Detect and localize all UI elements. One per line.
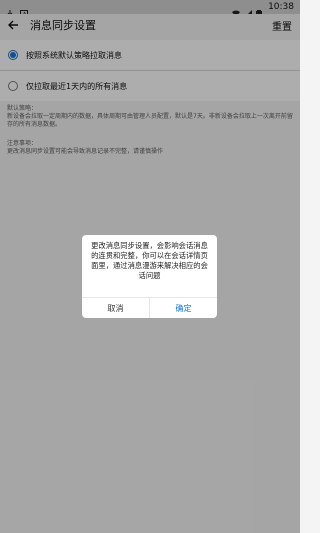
confirm-button[interactable]: 确定 (150, 298, 217, 318)
confirm-dialog: 更改消息同步设置，会影响会话消息的连贯和完整，你可以在会话详情页面里，通过消息漫… (82, 235, 217, 318)
dialog-message: 更改消息同步设置，会影响会话消息的连贯和完整，你可以在会话详情页面里，通过消息漫… (91, 241, 208, 280)
dialog-actions: 取消 确定 (82, 297, 217, 318)
cancel-button[interactable]: 取消 (82, 298, 150, 318)
